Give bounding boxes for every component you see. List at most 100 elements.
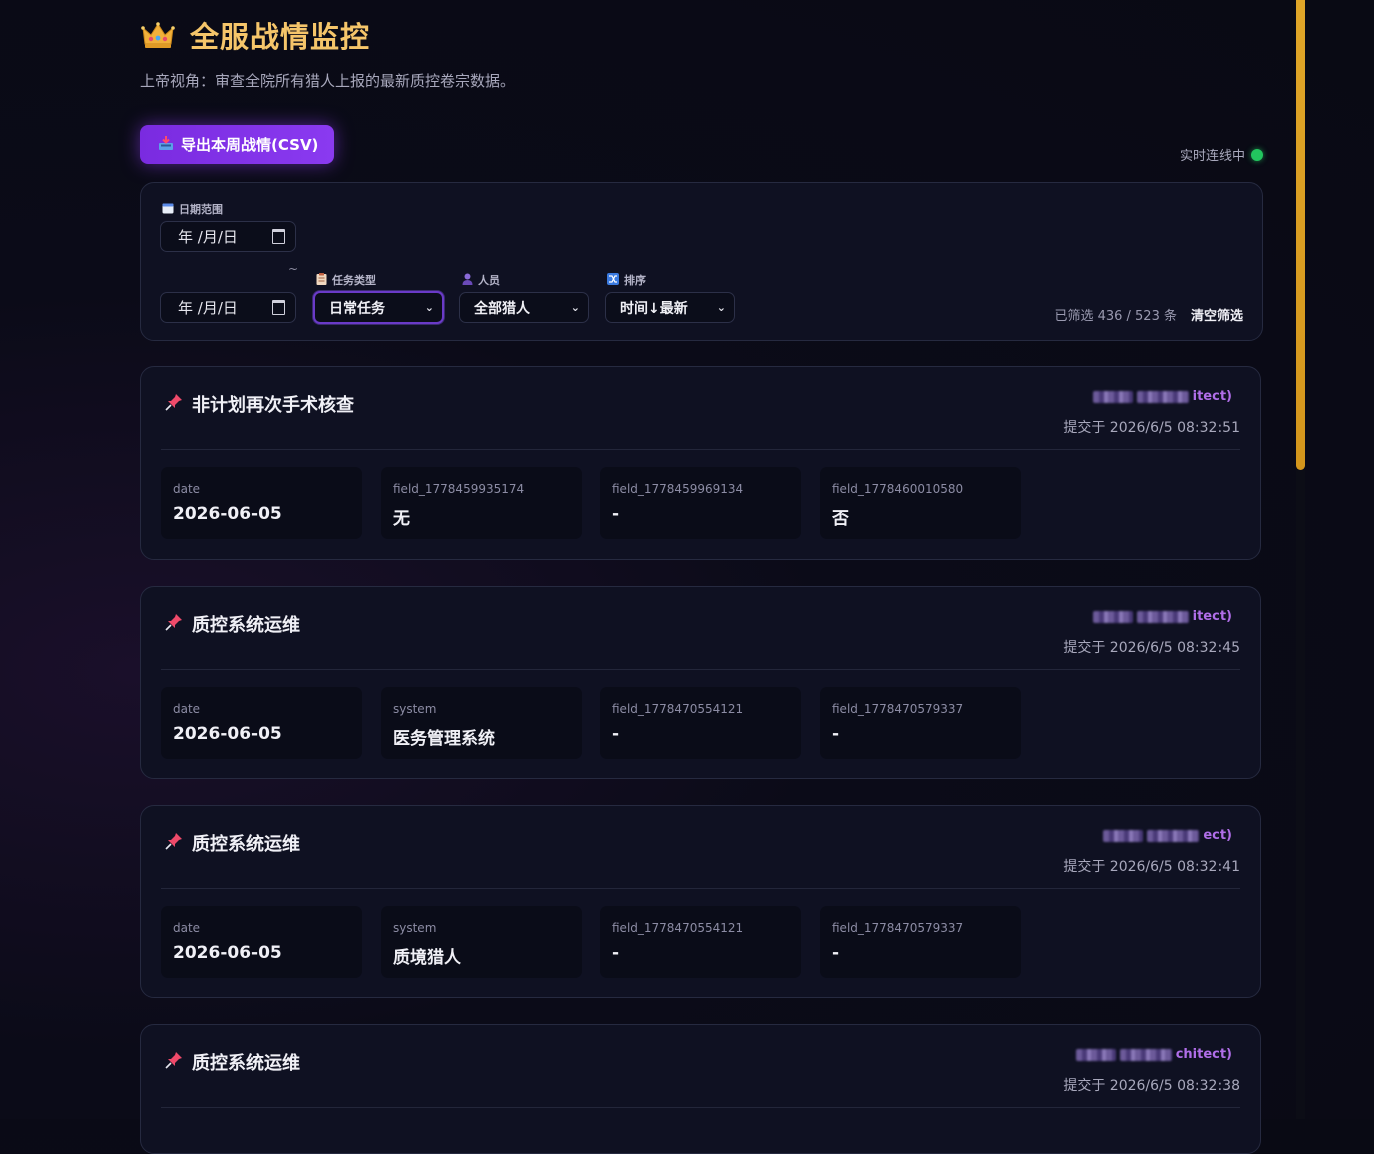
clear-filter-button[interactable]: 清空筛选 bbox=[1191, 305, 1243, 324]
field-value: 医务管理系统 bbox=[393, 729, 495, 749]
sort-select[interactable]: 时间↓最新 ⌄ bbox=[605, 292, 735, 323]
card-field: field_1778470554121 - bbox=[600, 906, 801, 978]
export-label: 导出本周战情(CSV) bbox=[181, 136, 319, 154]
filter-count-text: 已筛选 436 / 523 条 bbox=[1054, 309, 1177, 324]
filter-count: 已筛选 436 / 523 条 清空筛选 bbox=[1054, 305, 1243, 324]
redacted-name bbox=[1103, 829, 1144, 842]
card-field: date 2026-06-05 bbox=[161, 467, 362, 539]
field-key: field_1778470554121 bbox=[612, 921, 744, 935]
redacted-name bbox=[1092, 610, 1133, 623]
card-field: field_1778470579337 - bbox=[820, 906, 1021, 978]
task-type-select[interactable]: 日常任务 ⌄ bbox=[313, 291, 444, 324]
task-type-label-text: 任务类型 bbox=[332, 274, 376, 287]
sort-label: 排序 bbox=[607, 272, 646, 288]
field-value: - bbox=[832, 943, 840, 963]
report-card[interactable]: 质控系统运维 ect) 提交于 2026/6/5 08:32:41 date 2026-… bbox=[140, 805, 1261, 998]
redacted-name bbox=[1092, 390, 1133, 403]
person-select[interactable]: 全部猎人 ⌄ bbox=[459, 292, 589, 323]
field-key: field_1778459935174 bbox=[393, 482, 525, 496]
chevron-down-icon: ⌄ bbox=[716, 301, 726, 314]
card-field: date 2026-06-05 bbox=[161, 906, 362, 978]
card-divider bbox=[161, 669, 1240, 670]
live-status: 实时连线中 bbox=[1180, 145, 1263, 164]
card-field: field_1778470579337 - bbox=[820, 687, 1021, 759]
redacted-username bbox=[1136, 390, 1189, 403]
field-value: - bbox=[612, 943, 620, 963]
scrollbar-track[interactable] bbox=[1296, 470, 1305, 1119]
chevron-down-icon: ⌄ bbox=[570, 301, 580, 314]
date-end-placeholder: 年 /月/日 bbox=[178, 299, 238, 317]
pushpin-icon bbox=[165, 613, 183, 636]
field-key: field_1778470579337 bbox=[832, 702, 964, 716]
inbox-tray-icon bbox=[158, 135, 174, 155]
card-user-suffix: itect) bbox=[1192, 389, 1232, 404]
report-card[interactable]: 质控系统运维 itect) 提交于 2026/6/5 08:32:45 date 202… bbox=[140, 586, 1261, 779]
crown-icon bbox=[141, 22, 175, 48]
card-divider bbox=[161, 449, 1240, 450]
card-field: field_1778460010580 否 bbox=[820, 467, 1021, 539]
date-start-input[interactable]: 年 /月/日 bbox=[160, 221, 296, 252]
card-title: 非计划再次手术核查 bbox=[165, 391, 354, 417]
person-label: 人员 bbox=[462, 272, 500, 288]
field-value: - bbox=[612, 724, 620, 744]
card-title: 质控系统运维 bbox=[165, 1049, 300, 1075]
card-title-text: 质控系统运维 bbox=[192, 615, 300, 636]
card-field: field_1778459969134 - bbox=[600, 467, 801, 539]
card-user-suffix: chitect) bbox=[1175, 1047, 1232, 1062]
card-user-suffix: itect) bbox=[1192, 609, 1232, 624]
card-submit-time: 提交于 2026/6/5 08:32:38 bbox=[1063, 1078, 1240, 1094]
field-value: - bbox=[832, 724, 840, 744]
card-submit-time: 提交于 2026/6/5 08:32:51 bbox=[1063, 420, 1240, 436]
date-end-input[interactable]: 年 /月/日 bbox=[160, 292, 296, 323]
field-key: field_1778470554121 bbox=[612, 702, 744, 716]
live-status-text: 实时连线中 bbox=[1179, 149, 1245, 164]
page-title: 全服战情监控 bbox=[190, 20, 371, 54]
date-start-placeholder: 年 /月/日 bbox=[178, 228, 238, 246]
card-field: system 质境猎人 bbox=[381, 906, 582, 978]
page-subtitle: 上帝视角：审查全院所有猎人上报的最新质控卷宗数据。 bbox=[140, 72, 516, 90]
field-key: system bbox=[393, 702, 437, 716]
card-user: itect) bbox=[1092, 389, 1232, 404]
calendar-picker-icon[interactable] bbox=[272, 229, 285, 244]
sort-value: 时间↓最新 bbox=[620, 300, 688, 317]
field-key: date bbox=[173, 921, 201, 935]
card-field: field_1778470554121 - bbox=[600, 687, 801, 759]
pushpin-icon bbox=[165, 1051, 183, 1074]
card-title: 质控系统运维 bbox=[165, 830, 300, 856]
report-card[interactable]: 非计划再次手术核查 itect) 提交于 2026/6/5 08:32:51 date… bbox=[140, 366, 1261, 560]
card-title-text: 质控系统运维 bbox=[192, 834, 300, 855]
person-label-text: 人员 bbox=[478, 274, 500, 287]
sort-label-text: 排序 bbox=[624, 274, 646, 287]
live-dot-icon bbox=[1251, 148, 1263, 161]
card-divider bbox=[161, 1107, 1240, 1108]
date-range-separator: ~ bbox=[288, 262, 299, 276]
task-type-label: 任务类型 bbox=[316, 272, 376, 288]
card-field: system 医务管理系统 bbox=[381, 687, 582, 759]
shuffle-icon bbox=[607, 272, 619, 288]
card-submit-time: 提交于 2026/6/5 08:32:45 bbox=[1063, 640, 1240, 656]
card-title-text: 非计划再次手术核查 bbox=[192, 395, 354, 416]
field-key: field_1778459969134 bbox=[612, 482, 744, 496]
field-value: 质境猎人 bbox=[393, 948, 461, 968]
date-range-label-text: 日期范围 bbox=[179, 203, 223, 216]
field-key: date bbox=[173, 482, 201, 496]
card-field: date 2026-06-05 bbox=[161, 687, 362, 759]
calendar-icon bbox=[162, 202, 174, 217]
field-value: 无 bbox=[393, 509, 410, 529]
card-user-suffix: ect) bbox=[1203, 828, 1232, 843]
card-user: itect) bbox=[1092, 609, 1232, 624]
field-key: field_1778470579337 bbox=[832, 921, 964, 935]
date-range-label: 日期范围 bbox=[162, 201, 223, 217]
title-row: 全服战情监控 bbox=[140, 14, 370, 56]
calendar-picker-icon[interactable] bbox=[272, 300, 285, 315]
field-value: 2026-06-05 bbox=[173, 504, 282, 524]
person-icon bbox=[462, 273, 473, 288]
task-type-value: 日常任务 bbox=[329, 300, 385, 317]
export-csv-button[interactable]: 导出本周战情(CSV) bbox=[140, 125, 335, 164]
report-card[interactable]: 质控系统运维 chitect) 提交于 2026/6/5 08:32:38 bbox=[140, 1024, 1261, 1154]
redacted-username bbox=[1119, 1048, 1172, 1061]
card-field: field_1778459935174 无 bbox=[381, 467, 582, 539]
scrollbar-thumb[interactable] bbox=[1296, 0, 1305, 470]
chevron-down-icon: ⌄ bbox=[424, 301, 434, 314]
field-key: system bbox=[393, 921, 437, 935]
